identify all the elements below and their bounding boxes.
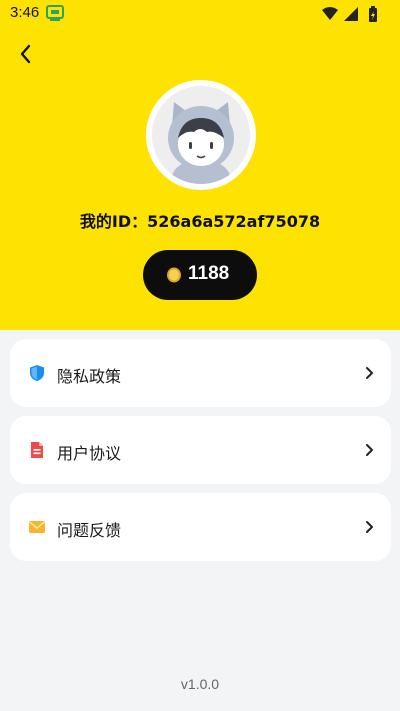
back-button[interactable] xyxy=(12,40,40,68)
chevron-left-icon xyxy=(20,44,31,64)
coins-balance-button[interactable]: 1188 xyxy=(143,250,257,300)
menu-item-privacy-policy[interactable]: 隐私政策 xyxy=(10,339,391,407)
menu-item-label: 问题反馈 xyxy=(57,521,122,540)
avatar[interactable] xyxy=(152,86,250,184)
menu-item-feedback[interactable]: 问题反馈 xyxy=(10,493,391,561)
signal-icon xyxy=(344,7,358,21)
avatar-ring xyxy=(146,80,256,190)
status-time: 3:46 xyxy=(10,4,40,21)
user-id-text: 我的ID：526a6a572af75078 xyxy=(79,212,321,231)
gold-coin-icon xyxy=(167,267,181,283)
app-version: v1.0.0 xyxy=(180,676,220,692)
menu-item-user-agreement[interactable]: 用户协议 xyxy=(10,416,391,484)
cat-hood-avatar xyxy=(152,86,250,184)
status-icons xyxy=(322,6,377,22)
envelope-icon xyxy=(29,521,45,533)
tv-app-icon xyxy=(46,5,64,21)
chevron-right-icon xyxy=(366,444,373,456)
chevron-right-icon xyxy=(366,367,373,379)
document-icon xyxy=(31,442,43,458)
coin-count: 1188 xyxy=(188,263,230,284)
chevron-right-icon xyxy=(366,521,373,533)
battery-charging-icon xyxy=(369,6,377,22)
status-bar: 3:46 xyxy=(0,0,400,28)
wifi-icon xyxy=(322,7,338,20)
shield-icon xyxy=(30,365,44,381)
profile-header: 我的ID：526a6a572af75078 1188 xyxy=(0,28,400,330)
menu-item-label: 隐私政策 xyxy=(57,367,122,386)
menu-item-label: 用户协议 xyxy=(57,444,122,463)
